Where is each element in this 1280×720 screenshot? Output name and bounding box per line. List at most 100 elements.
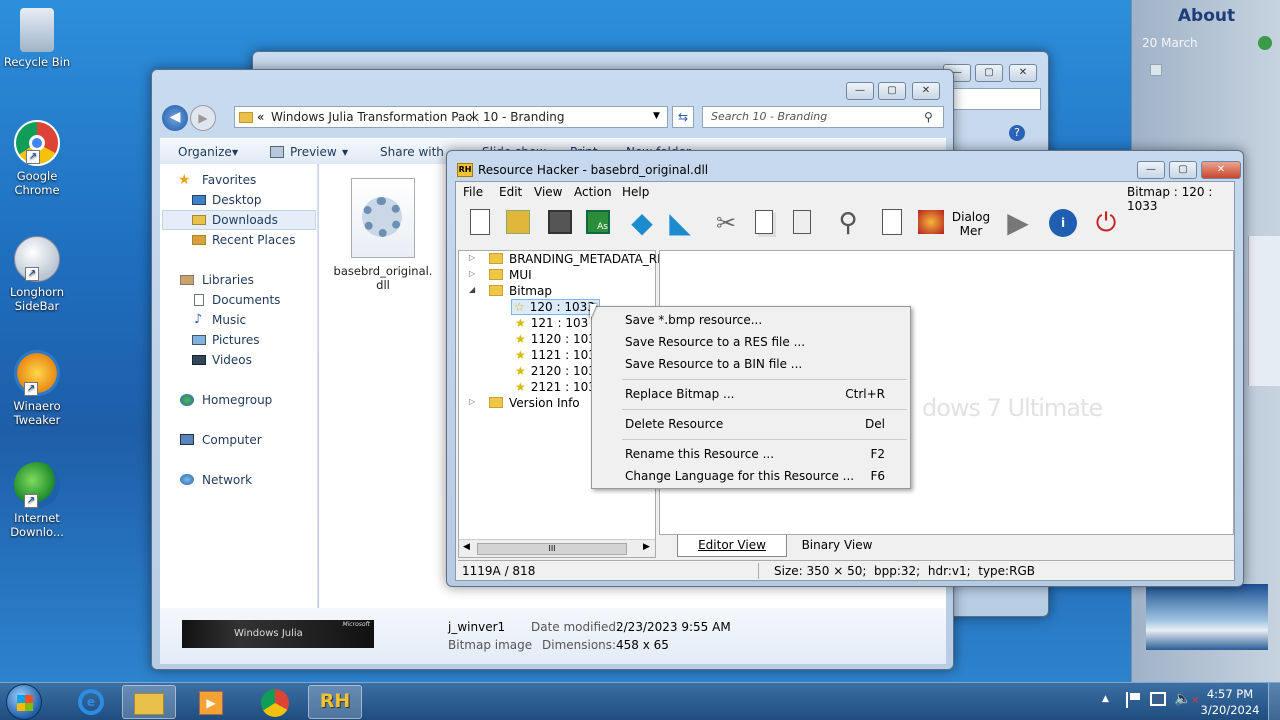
desktop-icon-idm[interactable]: ↗ Internet Downlo...: [2, 462, 72, 539]
save-as-icon[interactable]: As: [580, 204, 616, 242]
tree-node[interactable]: ★ 2121 : 103: [515, 380, 596, 394]
tree-node[interactable]: ★ 1120 : 103: [515, 332, 596, 346]
clock-date[interactable]: 3/20/2024: [1196, 703, 1264, 717]
share-with-button[interactable]: Share with: [380, 145, 444, 159]
show-hidden-icons-icon[interactable]: ▲: [1102, 694, 1109, 704]
organize-button[interactable]: Organize: [178, 145, 232, 159]
new-file-icon[interactable]: [462, 204, 498, 242]
maximize-button[interactable]: ▢: [975, 64, 1003, 82]
info-icon[interactable]: i: [1044, 204, 1080, 242]
menu-item-save-bin[interactable]: Save Resource to a BIN file ...: [625, 357, 885, 371]
menu-item-delete-resource[interactable]: Delete Resource Del: [625, 417, 885, 431]
nav-libraries[interactable]: Libraries: [202, 273, 254, 287]
tree-node[interactable]: ★ 1121 : 103: [515, 348, 596, 362]
back-button[interactable]: ◀: [162, 105, 188, 131]
action-center-flag-icon[interactable]: [1126, 692, 1140, 708]
nav-recent-places[interactable]: Recent Places: [212, 233, 295, 247]
close-button[interactable]: ✕: [1201, 161, 1241, 179]
address-bar[interactable]: « Windows Julia Transformation Pack › 10…: [234, 106, 668, 128]
dialog-merge-button[interactable]: Dialog Mer: [950, 204, 992, 242]
preview-button[interactable]: Preview: [290, 145, 337, 159]
scrollbar-thumb[interactable]: III: [477, 543, 627, 555]
taskbar-media-player[interactable]: ▶: [184, 685, 238, 719]
menu-item-save-bmp[interactable]: Save *.bmp resource...: [625, 313, 885, 327]
breadcrumb-item[interactable]: Windows Julia Transformation Pack: [271, 110, 479, 124]
minimize-button[interactable]: —: [846, 82, 874, 100]
nav-desktop[interactable]: Desktop: [212, 193, 262, 207]
menu-file[interactable]: File: [463, 185, 483, 199]
scroll-left-arrow[interactable]: ◀: [463, 542, 470, 552]
desktop-icon-winaero[interactable]: ↗ Winaero Tweaker: [2, 350, 72, 427]
play-icon[interactable]: ▶: [1000, 204, 1036, 242]
copy-icon[interactable]: [746, 204, 782, 242]
compile-arrow-icon[interactable]: ◆: [624, 204, 660, 242]
maximize-button[interactable]: ▢: [878, 82, 906, 100]
menu-item-change-language[interactable]: Change Language for this Resource ... F6: [625, 469, 885, 483]
menu-item-save-res[interactable]: Save Resource to a RES file ...: [625, 335, 885, 349]
save-icon[interactable]: [542, 204, 578, 242]
search-icon[interactable]: ⚲: [924, 110, 933, 124]
maximize-button[interactable]: ▢: [1169, 161, 1197, 179]
nav-music[interactable]: Music: [212, 313, 246, 327]
menu-item-replace-bitmap[interactable]: Replace Bitmap ... Ctrl+R: [625, 387, 885, 401]
menu-item-rename-resource[interactable]: Rename this Resource ... F2: [625, 447, 885, 461]
nav-pictures[interactable]: Pictures: [212, 333, 260, 347]
menu-edit[interactable]: Edit: [499, 185, 522, 199]
nav-homegroup[interactable]: Homegroup: [202, 393, 272, 407]
tree-horizontal-scrollbar[interactable]: ◀ III ▶: [459, 539, 655, 557]
nav-computer[interactable]: Computer: [202, 433, 262, 447]
tree-node[interactable]: Version Info: [489, 396, 580, 410]
tree-node[interactable]: ★ 121 : 103: [515, 316, 588, 330]
cut-icon[interactable]: ✂: [708, 204, 744, 242]
back-window-search-field[interactable]: [953, 88, 1041, 110]
menu-action[interactable]: Action: [574, 185, 612, 199]
sidebar-slideshow-image[interactable]: [1146, 584, 1268, 650]
chevron-down-icon[interactable]: ▼: [342, 148, 348, 157]
bookmark-arrow-icon[interactable]: ◣: [662, 204, 698, 242]
tree-node[interactable]: ★ 2120 : 103: [515, 364, 596, 378]
taskbar-chrome[interactable]: [248, 685, 302, 719]
tree-node[interactable]: BRANDING_METADATA_RE: [489, 252, 665, 266]
close-button[interactable]: ✕: [912, 82, 940, 100]
desktop-icon-recycle-bin[interactable]: Recycle Bin: [2, 8, 72, 69]
search-icon[interactable]: ⚲: [830, 204, 866, 242]
breadcrumb-item[interactable]: 10 - Branding: [483, 110, 565, 124]
add-resource-icon[interactable]: [874, 204, 910, 242]
chevron-down-icon[interactable]: ▼: [653, 111, 660, 121]
tree-expand-icon[interactable]: ▷: [469, 269, 475, 278]
nav-documents[interactable]: Documents: [212, 293, 280, 307]
taskbar-explorer[interactable]: [122, 685, 176, 719]
minimize-button[interactable]: —: [1137, 161, 1165, 179]
taskbar-resource-hacker[interactable]: RH: [308, 685, 362, 719]
tree-node-selected[interactable]: ☆ 120 : 1033: [511, 299, 600, 315]
nav-favorites[interactable]: Favorites: [202, 173, 256, 187]
sidebar-pin-icon[interactable]: [1258, 36, 1272, 50]
desktop-icon-chrome[interactable]: ↗ Google Chrome: [2, 120, 72, 197]
network-icon[interactable]: [1150, 692, 1166, 706]
tab-editor-view[interactable]: Editor View: [677, 535, 787, 557]
clock-time[interactable]: 4:57 PM: [1200, 687, 1260, 701]
add-image-icon[interactable]: [912, 204, 948, 242]
show-desktop-button[interactable]: [1268, 683, 1280, 720]
breadcrumb-separator[interactable]: ›: [469, 110, 474, 124]
tab-binary-view[interactable]: Binary View: [787, 535, 887, 557]
nav-downloads[interactable]: Downloads: [212, 213, 278, 227]
nav-videos[interactable]: Videos: [212, 353, 252, 367]
tree-node[interactable]: Bitmap: [489, 284, 552, 298]
sidebar-tile-icon[interactable]: [1150, 64, 1162, 76]
tree-expand-icon[interactable]: ▷: [469, 397, 475, 406]
help-icon[interactable]: ?: [1009, 125, 1025, 141]
start-button[interactable]: [6, 684, 42, 720]
desktop-icon-longhorn-sidebar[interactable]: ↗ Longhorn SideBar: [2, 236, 72, 313]
nav-network[interactable]: Network: [202, 473, 252, 487]
paste-icon[interactable]: [784, 204, 820, 242]
power-icon[interactable]: ⏻: [1088, 204, 1124, 242]
menu-view[interactable]: View: [534, 185, 562, 199]
taskbar-internet-explorer[interactable]: e: [64, 685, 118, 719]
tree-collapse-icon[interactable]: ◢: [469, 285, 475, 294]
search-input[interactable]: Search 10 - Branding: [702, 106, 944, 128]
scroll-right-arrow[interactable]: ▶: [643, 542, 650, 552]
open-file-icon[interactable]: [500, 204, 536, 242]
tree-node[interactable]: MUI: [489, 268, 532, 282]
tree-expand-icon[interactable]: ▷: [469, 253, 475, 262]
